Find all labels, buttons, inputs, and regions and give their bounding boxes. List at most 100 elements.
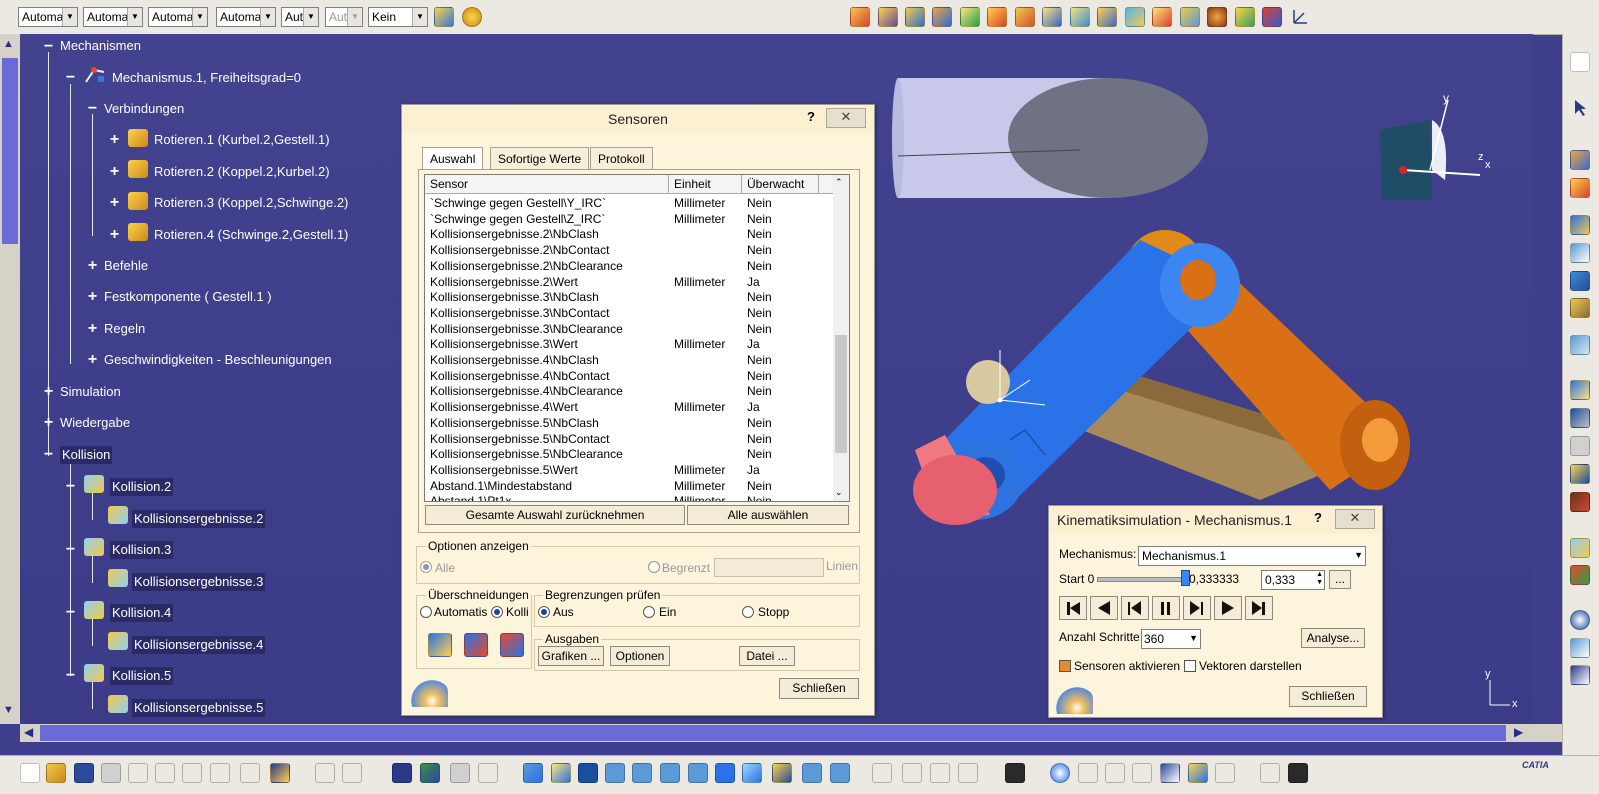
tree-node-rotieren-1[interactable]: Rotieren.1 (Kurbel.2,Gestell.1) — [154, 131, 330, 149]
shading-icon[interactable] — [772, 763, 792, 783]
expand-icon[interactable]: + — [109, 132, 120, 148]
tree-node-befehle[interactable]: Befehle — [104, 257, 148, 275]
swap-icon[interactable] — [1260, 763, 1280, 783]
expand-icon[interactable]: + — [87, 258, 98, 274]
table-row[interactable]: Kollisionsergebnisse.3\NbContact Nein — [425, 305, 833, 321]
swap-space-icon[interactable] — [830, 763, 850, 783]
combo-3[interactable]: Automa ▼ — [148, 7, 208, 27]
pause-button[interactable] — [1152, 596, 1180, 620]
rotate-icon[interactable] — [605, 763, 625, 783]
new-file-icon[interactable] — [20, 763, 40, 783]
tab-protokoll[interactable]: Protokoll — [590, 147, 653, 170]
tab-sofortige-werte[interactable]: Sofortige Werte — [490, 147, 590, 170]
horizontal-scrollbar-thumb[interactable] — [40, 725, 1506, 741]
combo-7[interactable]: Kein ▼ — [368, 7, 428, 27]
section-icon[interactable] — [1570, 565, 1590, 585]
3d-model[interactable] — [880, 60, 1440, 530]
macro-icon[interactable] — [478, 763, 498, 783]
point-curve-icon[interactable] — [1097, 7, 1117, 27]
camera-icon[interactable] — [1005, 763, 1025, 783]
tree-node-kollision-2[interactable]: Kollision.2 — [110, 478, 174, 496]
tree-node-kollisionsergebnisse-5[interactable]: Kollisionsergebnisse.5 — [132, 699, 266, 717]
scroll-left-icon[interactable]: ◀ — [24, 725, 33, 739]
table-row[interactable]: `Schwinge gegen Gestell\Y_IRC` Millimeter… — [425, 195, 833, 211]
table-row[interactable]: Kollisionsergebnisse.2\NbClearance Nein — [425, 258, 833, 274]
table-row[interactable]: Kollisionsergebnisse.5\NbContact Nein — [425, 431, 833, 447]
tree-node-verbindungen[interactable]: Verbindungen — [104, 100, 184, 118]
play-forward-button[interactable] — [1183, 596, 1211, 620]
optionen-button[interactable]: Optionen — [610, 646, 670, 666]
tree-node-wiedergabe[interactable]: Wiedergabe — [60, 414, 130, 432]
anzahl-select[interactable]: 360 ▼ — [1141, 629, 1201, 649]
fit-all-icon[interactable] — [551, 763, 571, 783]
table-row[interactable]: Kollisionsergebnisse.2\Wert Millimeter Ja — [425, 274, 833, 290]
slide-curve-icon[interactable] — [1125, 7, 1145, 27]
multi-view-icon[interactable] — [715, 763, 735, 783]
sensor-list[interactable]: Sensor Einheit Überwacht `Schwinge gegen… — [424, 174, 850, 502]
spinner-icon[interactable]: ▲ ▼ — [1316, 571, 1323, 587]
radio-aus[interactable] — [538, 606, 550, 618]
collapse-icon[interactable]: − — [65, 668, 76, 684]
step-forward-button[interactable] — [1214, 596, 1242, 620]
snap-icon[interactable] — [1570, 665, 1590, 685]
expand-icon[interactable]: + — [109, 227, 120, 243]
chevron-down-icon[interactable]: ⌄ — [835, 487, 843, 498]
table-row[interactable]: `Schwinge gegen Gestell\Z_IRC` Millimeter… — [425, 211, 833, 227]
combo-4[interactable]: Automa ▼ — [216, 7, 276, 27]
catalog-icon[interactable] — [420, 763, 440, 783]
expand-icon[interactable]: + — [109, 164, 120, 180]
table-row[interactable]: Kollisionsergebnisse.2\NbClash Nein — [425, 226, 833, 242]
zoom-in-icon[interactable] — [632, 763, 652, 783]
table-row[interactable]: Kollisionsergebnisse.4\NbClearance Nein — [425, 383, 833, 399]
magic-wand-icon[interactable] — [462, 7, 482, 27]
cylindrical-icon[interactable] — [960, 7, 980, 27]
clash-on-icon[interactable] — [464, 633, 488, 657]
collapse-icon[interactable]: − — [43, 447, 54, 463]
fly-icon[interactable] — [523, 763, 543, 783]
expand-icon[interactable]: + — [87, 289, 98, 305]
tree-node-mechanismen[interactable]: Mechanismen — [60, 37, 141, 55]
zoom-out-icon[interactable] — [660, 763, 680, 783]
compass[interactable]: y z x — [1370, 90, 1500, 220]
expand-icon[interactable]: + — [87, 352, 98, 368]
tree-node-kollisionsergebnisse-3[interactable]: Kollisionsergebnisse.3 — [132, 573, 266, 591]
speed-icon[interactable] — [1570, 408, 1590, 428]
radio-kollision[interactable] — [491, 606, 503, 618]
combo-2[interactable]: Automa ▼ — [83, 7, 143, 27]
pan-icon[interactable] — [578, 763, 598, 783]
select-arrow-icon[interactable] — [1570, 98, 1590, 118]
iso-view-icon[interactable] — [742, 763, 762, 783]
schliessen-button[interactable]: Schließen — [779, 678, 859, 699]
prismatic-icon[interactable] — [932, 7, 952, 27]
formula-icon[interactable] — [315, 763, 335, 783]
table-row[interactable]: Kollisionsergebnisse.3\Wert Millimeter Ja — [425, 336, 833, 352]
gear-icon[interactable] — [1207, 7, 1227, 27]
collapse-icon[interactable]: − — [87, 101, 98, 117]
close-button[interactable]: ✕ — [1335, 509, 1375, 529]
tree-node-kollision[interactable]: Kollision — [60, 446, 113, 464]
joint-icon[interactable] — [878, 7, 898, 27]
deselect-all-button[interactable]: Gesamte Auswahl zurücknehmen — [425, 505, 685, 525]
slider-track[interactable] — [1097, 577, 1189, 582]
screw-icon[interactable] — [987, 7, 1007, 27]
distance-icon[interactable] — [1570, 243, 1590, 263]
tree-node-geschwindigkeiten[interactable]: Geschwindigkeiten - Beschleunigungen — [104, 351, 332, 369]
radio-stopp[interactable] — [742, 606, 754, 618]
trace-icon[interactable] — [1570, 335, 1590, 355]
cable-icon[interactable] — [1262, 7, 1282, 27]
refresh-icon[interactable] — [1570, 610, 1590, 630]
analyse-button[interactable]: Analyse... — [1301, 628, 1365, 648]
more-button[interactable]: ... — [1329, 570, 1351, 589]
brush-icon[interactable] — [434, 7, 454, 27]
table-row[interactable]: Kollisionsergebnisse.5\Wert Millimeter Ja — [425, 462, 833, 478]
trash-icon[interactable] — [1288, 763, 1308, 783]
tree-node-kollision-4[interactable]: Kollision.4 — [110, 604, 174, 622]
tree-node-kollision-5[interactable]: Kollision.5 — [110, 667, 174, 685]
search-icon[interactable] — [1132, 763, 1152, 783]
help-button[interactable]: ? — [1314, 510, 1322, 525]
table-row[interactable]: Kollisionsergebnisse.3\NbClash Nein — [425, 289, 833, 305]
ruler-icon[interactable] — [1215, 763, 1235, 783]
first-icon[interactable] — [1078, 763, 1098, 783]
save-icon[interactable] — [74, 763, 94, 783]
collapse-icon[interactable]: − — [65, 479, 76, 495]
